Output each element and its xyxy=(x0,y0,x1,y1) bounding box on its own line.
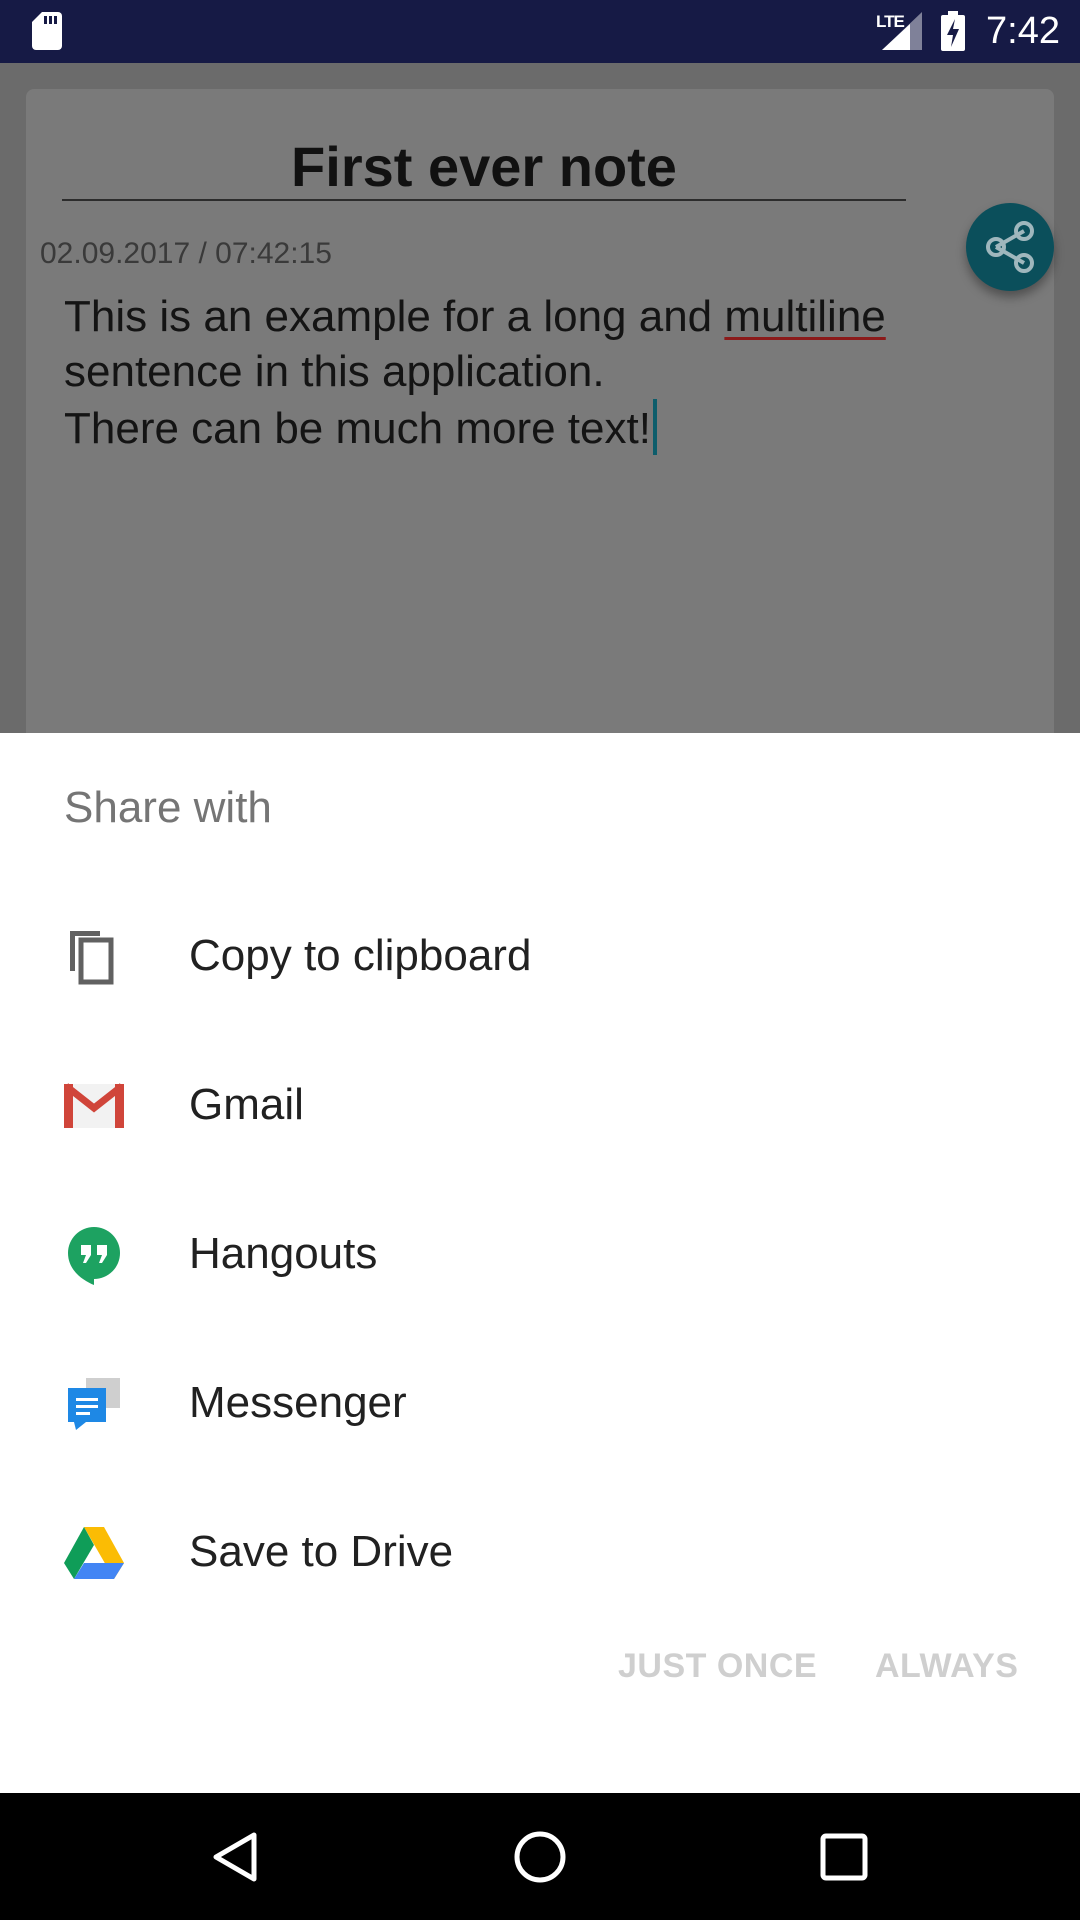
share-option-gmail[interactable]: Gmail xyxy=(0,1032,1080,1180)
just-once-button[interactable]: JUST ONCE xyxy=(618,1647,817,1686)
share-button[interactable] xyxy=(966,203,1054,291)
share-sheet-title: Share with xyxy=(64,783,272,832)
share-option-label: Hangouts xyxy=(189,1229,378,1278)
copy-icon xyxy=(70,931,114,985)
share-option-label: Messenger xyxy=(189,1378,407,1427)
clock: 7:42 xyxy=(986,10,1060,52)
share-option-label: Copy to clipboard xyxy=(189,931,532,980)
note-body-text: This is an example for a long and xyxy=(64,292,725,341)
share-option-hangouts[interactable]: Hangouts xyxy=(0,1181,1080,1329)
note-body-line: sentence in this application. xyxy=(64,347,605,396)
hangouts-icon xyxy=(68,1227,120,1285)
status-bar: LTE 7:42 xyxy=(0,0,1080,63)
share-option-label: Gmail xyxy=(189,1080,304,1129)
share-sheet: Share with Copy to clipboard Gmail Hango… xyxy=(0,733,1080,1793)
share-option-messenger[interactable]: Messenger xyxy=(0,1330,1080,1478)
gmail-icon xyxy=(64,1083,124,1128)
share-icon xyxy=(986,221,1034,273)
recents-icon[interactable] xyxy=(816,1829,872,1885)
drive-icon xyxy=(64,1527,124,1579)
app-content-dimmed: First ever note 02.09.2017 / 07:42:15 Th… xyxy=(0,63,1080,769)
sd-card-icon xyxy=(32,12,62,50)
text-cursor xyxy=(652,399,657,455)
note-title-field[interactable]: First ever note xyxy=(62,139,906,201)
share-option-save-to-drive[interactable]: Save to Drive xyxy=(0,1479,1080,1627)
note-body-text: There can be much more text! xyxy=(64,404,651,453)
note-timestamp: 02.09.2017 / 07:42:15 xyxy=(40,237,332,270)
note-body-line: This is an example for a long and multil… xyxy=(64,289,1024,344)
signal-icon xyxy=(882,12,922,50)
back-icon[interactable] xyxy=(208,1829,264,1885)
home-icon[interactable] xyxy=(512,1829,568,1885)
battery-charging-icon xyxy=(941,11,965,51)
note-card: First ever note 02.09.2017 / 07:42:15 Th… xyxy=(26,89,1054,769)
spellcheck-flagged-word: multiline xyxy=(724,292,886,341)
messenger-icon xyxy=(68,1378,120,1430)
note-body-field[interactable]: This is an example for a long and multil… xyxy=(64,289,1024,456)
share-option-copy-to-clipboard[interactable]: Copy to clipboard xyxy=(0,883,1080,1031)
always-button[interactable]: ALWAYS xyxy=(875,1647,1018,1686)
note-body-line: There can be much more text! xyxy=(64,399,1024,456)
navigation-bar xyxy=(0,1793,1080,1920)
share-option-label: Save to Drive xyxy=(189,1527,454,1576)
